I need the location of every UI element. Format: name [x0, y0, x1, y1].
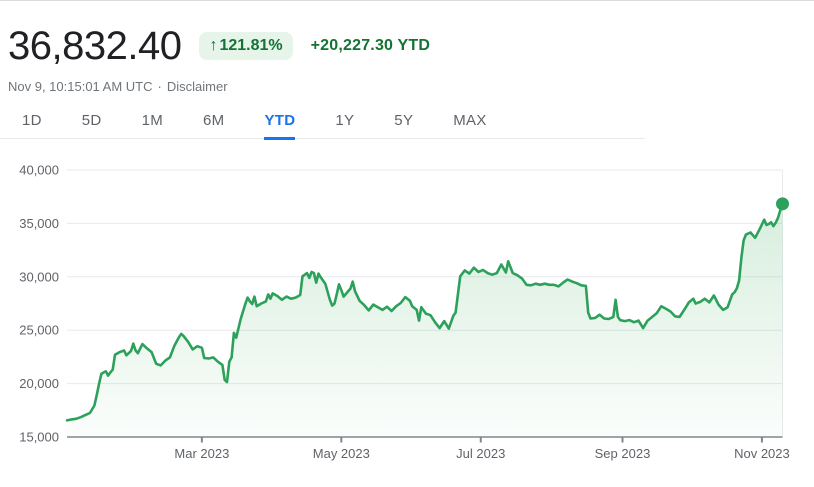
x-axis-label: Jul 2023 — [456, 446, 505, 461]
y-axis-label: 15,000 — [19, 430, 59, 445]
y-axis-label: 35,000 — [19, 216, 59, 231]
x-axis-label: May 2023 — [313, 446, 370, 461]
x-axis-label: Nov 2023 — [734, 446, 790, 461]
x-axis-label: Sep 2023 — [595, 446, 651, 461]
y-axis-label: 20,000 — [19, 376, 59, 391]
price-area — [67, 203, 783, 437]
x-axis-label: Mar 2023 — [174, 446, 229, 461]
y-axis-label: 25,000 — [19, 323, 59, 338]
endpoint-dot — [776, 197, 789, 211]
y-axis-label: 40,000 — [19, 163, 59, 178]
y-axis-label: 30,000 — [19, 269, 59, 284]
price-chart[interactable]: 15,000 20,000 25,000 30,000 35,000 40,000 Mar … — [0, 0, 814, 487]
